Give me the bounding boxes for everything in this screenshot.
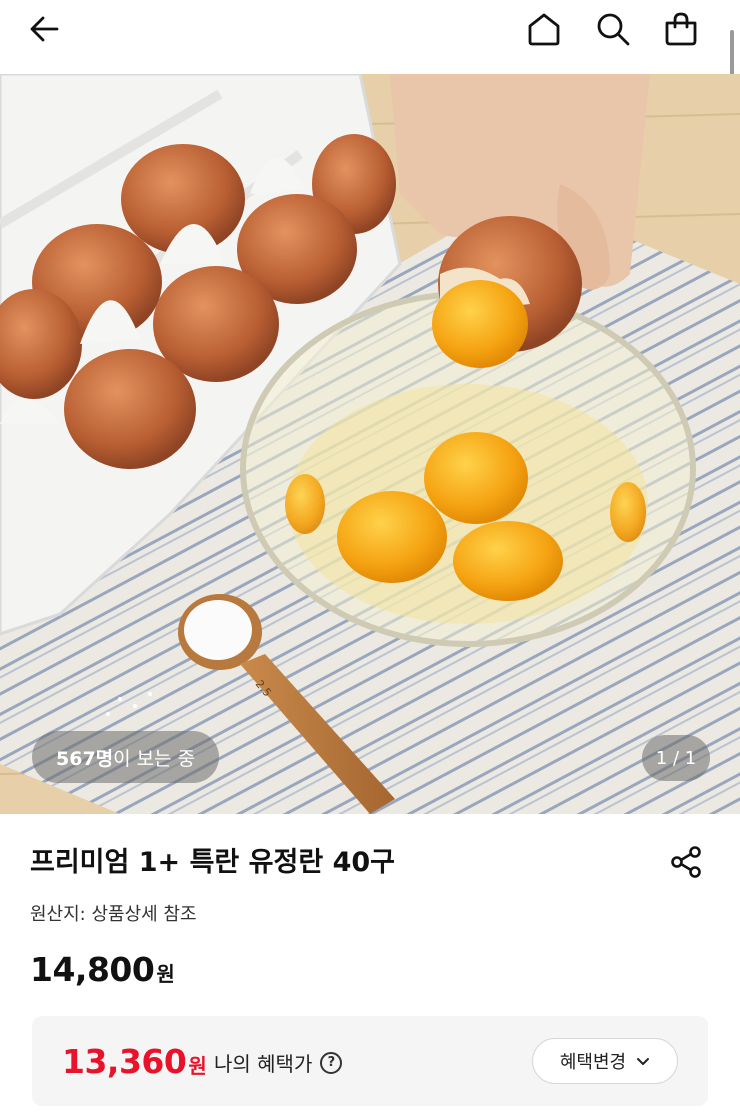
shopping-bag-icon	[665, 12, 697, 46]
top-navigation-bar	[0, 0, 740, 215]
benefit-price-unit: 원	[188, 1054, 207, 1078]
share-button[interactable]	[664, 840, 708, 884]
chevron-down-icon	[636, 1054, 650, 1068]
product-price: 14,800 원	[30, 950, 175, 989]
change-benefit-button[interactable]: 혜택변경	[532, 1038, 678, 1084]
price-value: 14,800	[30, 950, 155, 989]
change-benefit-label: 혜택변경	[559, 1052, 627, 1073]
benefit-price-value: 13,360	[62, 1042, 187, 1081]
product-origin: 원산지: 상품상세 참조	[30, 904, 197, 925]
product-photo: 2.5	[0, 74, 740, 814]
benefit-price-box: 13,360 원 나의 혜택가 ? 혜택변경	[32, 1016, 708, 1106]
image-page-counter: 1 / 1	[642, 735, 710, 781]
viewer-count: 567명	[56, 747, 114, 770]
share-icon	[671, 846, 701, 878]
home-button[interactable]	[521, 6, 567, 52]
benefit-label-group: 나의 혜택가 ?	[214, 1048, 343, 1077]
benefit-label: 나의 혜택가	[214, 1052, 313, 1076]
viewer-count-suffix: 이 보는 중	[113, 747, 196, 770]
price-unit: 원	[156, 962, 175, 986]
search-button[interactable]	[590, 6, 636, 52]
search-icon	[597, 13, 630, 46]
product-image-gallery[interactable]: 2.5 567명 이 보는 중 1 / 1	[0, 74, 740, 814]
home-icon	[528, 13, 560, 46]
back-arrow-icon	[30, 16, 59, 42]
viewer-count-badge: 567명 이 보는 중	[32, 731, 220, 783]
help-icon[interactable]: ?	[320, 1051, 343, 1074]
product-title: 프리미엄 1+ 특란 유정란 40구	[30, 847, 395, 878]
benefit-price: 13,360 원	[62, 1042, 207, 1081]
back-button[interactable]	[22, 6, 68, 52]
cart-button[interactable]	[658, 6, 704, 52]
